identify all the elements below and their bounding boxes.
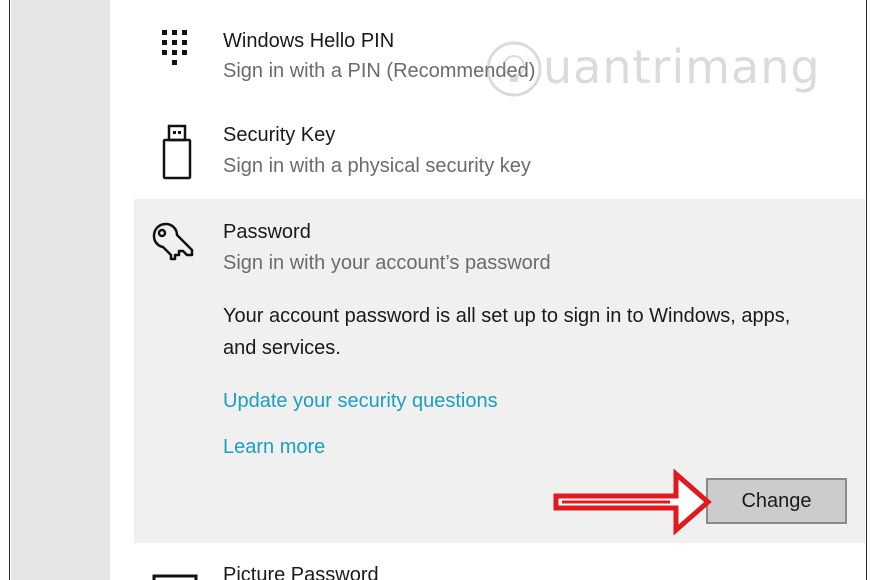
option-subtitle: Sign in with a physical security key bbox=[223, 155, 531, 177]
usb-key-icon bbox=[162, 124, 192, 180]
key-icon bbox=[152, 222, 194, 261]
window-right-border bbox=[866, 0, 867, 580]
option-picture-password[interactable]: Picture Password bbox=[134, 560, 864, 580]
watermark: uantrimang bbox=[485, 40, 820, 103]
option-title: Security Key bbox=[223, 124, 336, 146]
keypad-icon bbox=[162, 30, 187, 65]
picture-icon bbox=[152, 574, 198, 580]
option-title: Picture Password bbox=[223, 564, 379, 580]
window-left-border bbox=[0, 0, 10, 580]
watermark-logo-icon bbox=[486, 41, 542, 97]
change-password-button[interactable]: Change bbox=[706, 478, 847, 524]
option-security-key[interactable]: Security Key Sign in with a physical sec… bbox=[134, 118, 864, 196]
update-security-questions-link[interactable]: Update your security questions bbox=[223, 390, 498, 413]
option-password-expanded: Password Sign in with your account’s pas… bbox=[134, 199, 865, 543]
password-description: Your account password is all set up to s… bbox=[223, 305, 791, 359]
option-title: Password bbox=[223, 221, 311, 243]
option-subtitle: Sign in with your account’s password bbox=[223, 252, 551, 274]
settings-sidebar bbox=[11, 0, 110, 580]
annotation-arrow-icon bbox=[553, 468, 712, 536]
learn-more-link[interactable]: Learn more bbox=[223, 436, 325, 459]
option-title: Windows Hello PIN bbox=[223, 30, 395, 52]
watermark-text: uantrimang bbox=[543, 40, 821, 94]
